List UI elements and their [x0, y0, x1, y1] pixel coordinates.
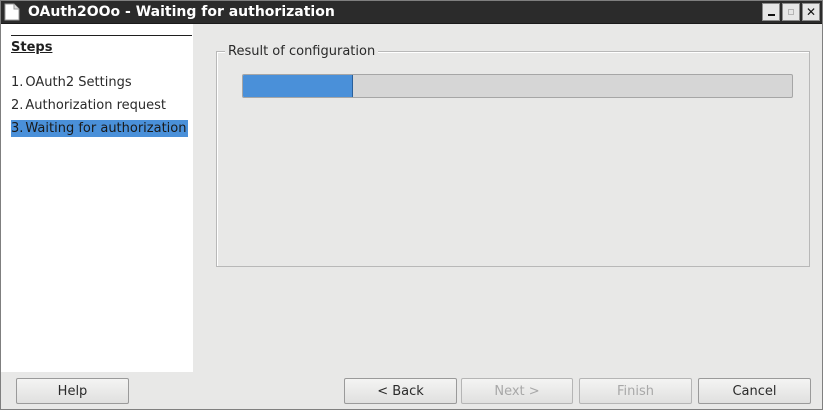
next-button[interactable]: Next > [461, 378, 573, 404]
finish-button[interactable]: Finish [579, 378, 692, 404]
step-label: Authorization request [25, 98, 167, 113]
step-waiting-for-authorization[interactable]: 3. Waiting for authorization [11, 120, 188, 137]
step-number: 2. [11, 98, 24, 113]
step-label: Waiting for authorization [25, 121, 187, 136]
button-bar: Help < Back Next > Finish Cancel [1, 372, 822, 409]
dialog-window: OAuth2OOo - Waiting for authorization ✕ … [0, 0, 823, 410]
window-title: OAuth2OOo - Waiting for authorization [28, 4, 335, 20]
document-icon [4, 3, 20, 21]
step-label: OAuth2 Settings [25, 75, 132, 90]
window-controls: ✕ [762, 3, 820, 21]
step-authorization-request[interactable]: 2. Authorization request [11, 97, 188, 114]
step-number: 1. [11, 75, 24, 90]
help-button[interactable]: Help [16, 378, 129, 404]
title-bar[interactable]: OAuth2OOo - Waiting for authorization ✕ [1, 1, 822, 24]
close-icon[interactable]: ✕ [802, 3, 820, 21]
result-group: Result of configuration [216, 43, 810, 267]
step-oauth2-settings[interactable]: 1. OAuth2 Settings [11, 74, 188, 91]
cancel-button[interactable]: Cancel [698, 378, 811, 404]
steps-heading: Steps [11, 35, 192, 56]
minimize-icon[interactable] [762, 3, 780, 21]
group-label: Result of configuration [225, 43, 379, 60]
progress-fill [243, 75, 353, 97]
steps-sidebar: Steps 1. OAuth2 Settings 2. Authorization … [1, 24, 193, 372]
maximize-icon[interactable] [782, 3, 800, 21]
progress-bar [242, 74, 793, 98]
back-button[interactable]: < Back [344, 378, 457, 404]
step-number: 3. [11, 121, 24, 136]
